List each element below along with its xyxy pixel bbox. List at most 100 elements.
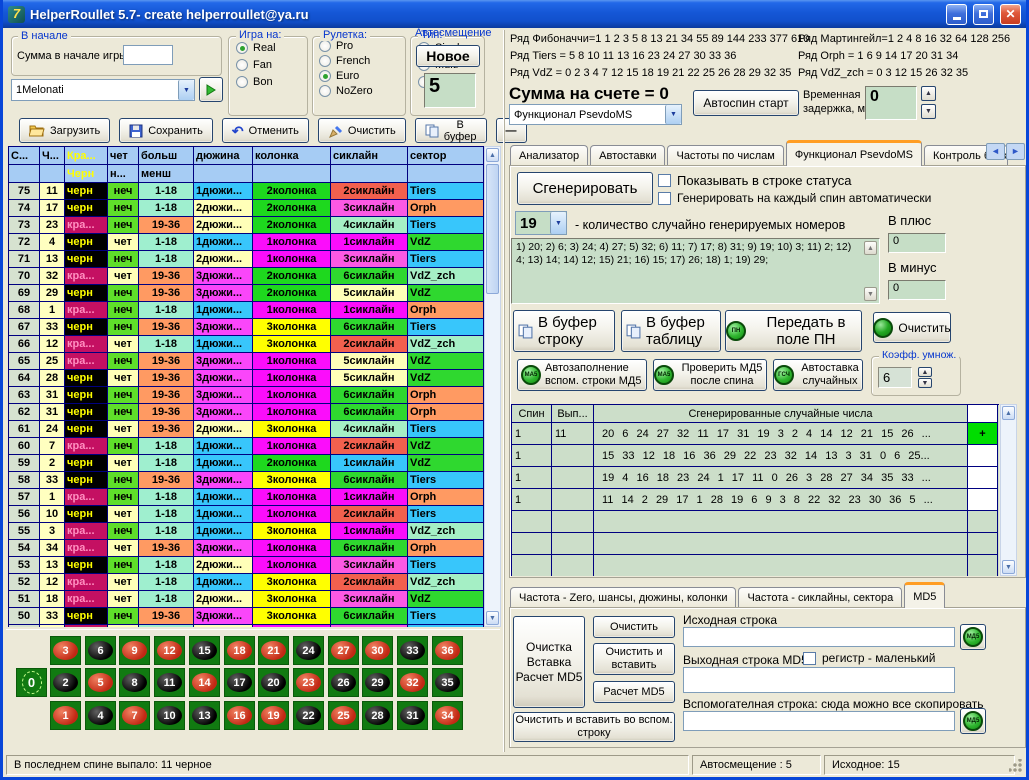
table-row[interactable]: 6231черннеч19-363дюжи...1колонка6сиклайн… [9,404,484,421]
table-row[interactable]: 571кра...неч1-181дюжи...1колонка1сиклайн… [9,489,484,506]
koeff-up-button[interactable]: ▲ [918,367,932,377]
table-row[interactable]: 592чернчет1-181дюжи...2колонка1сиклайнVd… [9,455,484,472]
spin-header-cell[interactable]: Вып... [552,405,594,423]
table-row[interactable]: 7032кра...чет19-363дюжи...2колонка6сикла… [9,268,484,285]
history-header-cell[interactable] [40,165,65,183]
textarea-scroll-down-icon[interactable]: ▼ [864,287,877,301]
autoshift-new-button[interactable]: Новое [416,45,480,67]
generate-every-spin-checkbox[interactable] [658,192,671,205]
table-row[interactable]: 7511черннеч1-181дюжи...2колонка2сиклайнT… [9,183,484,200]
md5-source-input[interactable] [683,627,955,647]
tab-4[interactable]: Функционал PsevdoMS [786,140,922,166]
roulette-zero-cell[interactable]: 0 [16,668,47,697]
buffer-table-button[interactable]: В буфер таблицу [621,310,721,352]
roulette-cell-7[interactable]: 7 [119,701,150,730]
maximize-button[interactable] [973,4,994,25]
textarea-scroll-up-icon[interactable]: ▲ [864,241,877,255]
roulette-cell-9[interactable]: 9 [119,636,150,665]
clear-generated-button[interactable]: Очистить [873,312,951,343]
history-header-cell[interactable] [194,165,253,183]
history-header-cell[interactable]: больш [139,147,194,165]
roulette-board[interactable]: 0369121518212427303336258111417202326293… [6,629,500,753]
roulette-cell-35[interactable]: 35 [432,668,463,697]
table-row[interactable]: 115 33 12 18 16 36 29 22 23 32 14 13 3 3… [512,445,999,467]
radio-nozero[interactable]: NoZero [319,85,405,97]
history-header-cell[interactable] [408,165,484,183]
roulette-cell-14[interactable]: 14 [189,668,220,697]
chevron-down-icon[interactable]: ▼ [178,80,194,100]
title-bar[interactable]: 7 HelperRoullet 5.7- create helperroulle… [3,0,1026,28]
play-button[interactable] [199,77,223,102]
table-row[interactable]: 5833черннеч19-363дюжи...3колонка6сиклайн… [9,472,484,489]
scroll-up-icon[interactable]: ▲ [1002,406,1015,420]
table-row[interactable]: 119 4 16 18 23 24 1 17 11 0 26 3 28 27 3… [512,467,999,489]
roulette-cell-1[interactable]: 1 [50,701,81,730]
roulette-cell-31[interactable]: 31 [397,701,428,730]
md5-clear-button[interactable]: Очистить [593,616,675,638]
cb-everyspin-row[interactable]: Генерировать на каждый спин автоматическ… [658,191,931,205]
tab-3[interactable]: MD5 [904,582,945,608]
generated-numbers-area[interactable]: 1) 20; 2) 6; 3) 24; 4) 27; 5) 32; 6) 11;… [511,238,880,304]
register-checkbox[interactable] [803,652,816,665]
md5-clear-paste-aux-button[interactable]: Очистить и вставить во вспом. строку [513,712,675,742]
md5-source-calc-button[interactable]: МД5 [960,624,986,650]
roulette-cell-6[interactable]: 6 [85,636,116,665]
roulette-cell-15[interactable]: 15 [189,636,220,665]
save-button[interactable]: Сохранить [119,118,213,143]
roulette-cell-28[interactable]: 28 [362,701,393,730]
tab-scroll-left-icon[interactable]: ◄ [986,143,1005,160]
autospin-start-button[interactable]: Автоспин старт [693,90,799,116]
table-row[interactable]: 6331черннеч19-363дюжи...1колонка6сиклайн… [9,387,484,404]
spin-header-cell[interactable] [968,405,998,423]
roulette-cell-18[interactable]: 18 [224,636,255,665]
roulette-cell-26[interactable]: 26 [328,668,359,697]
roulette-cell-22[interactable]: 22 [293,701,324,730]
table-row[interactable]: 6124чернчет19-362дюжи...3колонка4сиклайн… [9,421,484,438]
spin-header-cell[interactable]: Сгенерированные случайные числа [594,405,968,423]
table-row[interactable]: 681кра...неч1-181дюжи...1колонка1сиклайн… [9,302,484,319]
roulette-cell-16[interactable]: 16 [224,701,255,730]
roulette-cell-8[interactable]: 8 [119,668,150,697]
minimize-button[interactable] [946,4,967,25]
table-row[interactable]: 5313черннеч1-182дюжи...1колонка3сиклайнT… [9,557,484,574]
history-header-cell[interactable]: Кра... [65,147,108,165]
tab-scroll-right-icon[interactable]: ► [1006,143,1025,160]
show-status-checkbox[interactable] [658,174,671,187]
tab-3[interactable]: Частоты по числам [667,145,783,166]
scroll-down-icon[interactable]: ▼ [486,611,499,625]
roulette-cell-4[interactable]: 4 [85,701,116,730]
buffer-row-button[interactable]: В буфер строку [513,310,615,352]
roulette-cell-23[interactable]: 23 [293,668,324,697]
history-header-cell[interactable] [9,165,40,183]
table-row[interactable]: 5212кра...чет1-181дюжи...3колонка2сиклай… [9,574,484,591]
roulette-cell-12[interactable]: 12 [154,636,185,665]
history-scrollbar-thumb[interactable] [486,164,499,294]
roulette-cell-27[interactable]: 27 [328,636,359,665]
table-row[interactable]: 724чернчет1-181дюжи...1колонка1сиклайнVd… [9,234,484,251]
table-row[interactable]: 4916кра...чет1-182дюжи...1колонка3сиклай… [9,625,484,627]
radio-bon[interactable]: Bon [236,76,307,88]
md5-big-button[interactable]: Очистка Вставка Расчет MD5 [513,616,585,708]
count-combobox[interactable]: 19 ▼ [515,211,567,235]
roulette-cell-21[interactable]: 21 [258,636,289,665]
table-row[interactable]: 5610чернчет1-181дюжи...1колонка2сиклайнT… [9,506,484,523]
table-row[interactable]: 7113черннеч1-182дюжи...1колонка3сиклайнT… [9,251,484,268]
roulette-cell-2[interactable]: 2 [50,668,81,697]
md5-calc-button[interactable]: Расчет MD5 [593,681,675,703]
radio-euro[interactable]: Euro [319,70,405,82]
delay-down-button[interactable]: ▼ [921,104,936,119]
load-button[interactable]: Загрузить [19,118,110,143]
history-header-cell[interactable]: сектор [408,147,484,165]
roulette-cell-11[interactable]: 11 [154,668,185,697]
md5-aux-calc-button[interactable]: МД5 [960,708,986,734]
table-row[interactable]: 111 14 2 29 17 1 28 19 6 9 3 8 22 32 23 … [512,489,999,511]
history-scrollbar[interactable]: ▲ ▼ [484,146,501,627]
roulette-cell-25[interactable]: 25 [328,701,359,730]
resize-grip[interactable] [1009,759,1022,772]
table-row[interactable]: 6525кра...неч19-363дюжи...1колонка5сикла… [9,353,484,370]
md5-aux-input[interactable] [683,711,955,731]
table-row[interactable]: 7323кра...неч19-362дюжи...2колонка4сикла… [9,217,484,234]
roulette-cell-3[interactable]: 3 [50,636,81,665]
clear-button[interactable]: Очистить [318,118,406,143]
generate-button[interactable]: Сгенерировать [517,172,653,205]
